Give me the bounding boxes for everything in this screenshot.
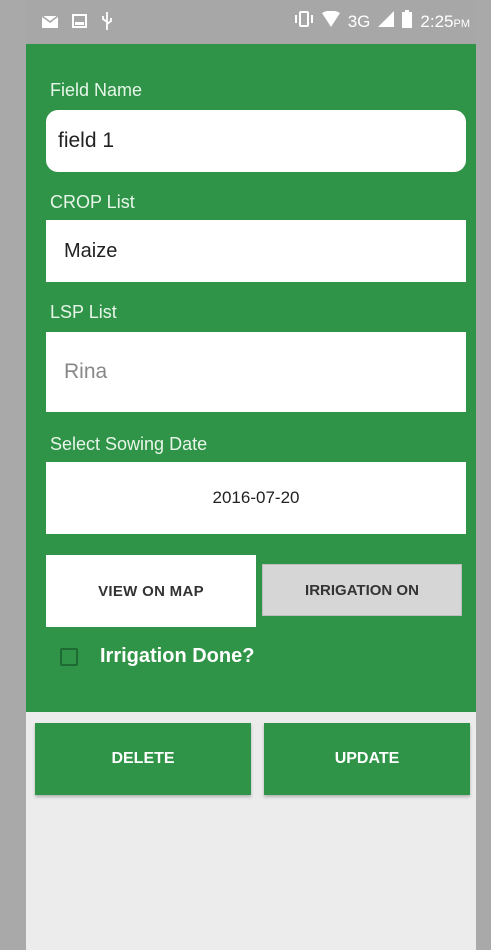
status-bar-right: 3G 2:25PM	[294, 10, 470, 33]
lsp-list-select[interactable]: Rina	[46, 332, 466, 412]
irrigation-done-checkbox[interactable]	[60, 648, 78, 666]
battery-icon	[402, 10, 413, 33]
clock-time: 2:25	[420, 11, 454, 31]
signal-icon	[378, 11, 395, 32]
irrigation-done-label[interactable]: Irrigation Done?	[100, 645, 254, 668]
sowing-date-label: Select Sowing Date	[50, 434, 208, 454]
clock: 2:25PM	[420, 12, 470, 32]
status-bar-left	[41, 12, 113, 35]
status-bar: 3G 2:25PM	[26, 0, 476, 44]
vibrate-icon	[294, 10, 314, 33]
lsp-list-label: LSP List	[50, 302, 117, 322]
network-type: 3G	[347, 11, 371, 31]
clock-ampm: PM	[453, 17, 471, 30]
field-name-label: Field Name	[50, 80, 143, 100]
wifi-icon	[321, 10, 340, 32]
delete-button[interactable]: DELETE	[35, 723, 251, 795]
mail-icon	[41, 14, 59, 33]
view-on-map-button[interactable]: VIEW ON MAP	[46, 555, 256, 627]
field-name-input[interactable]: field 1	[46, 110, 466, 172]
update-button[interactable]: UPDATE	[264, 723, 470, 795]
crop-list-label: CROP List	[50, 192, 135, 212]
image-icon	[72, 14, 87, 33]
irrigation-on-button[interactable]: IRRIGATION ON	[262, 564, 462, 616]
usb-icon	[101, 12, 113, 35]
phone-screen: 3G 2:25PM Field Name field 1 CROP List M…	[26, 0, 476, 950]
sowing-date-field[interactable]: 2016-07-20	[46, 462, 466, 534]
crop-list-select[interactable]: Maize	[46, 220, 466, 282]
form-panel: Field Name field 1 CROP List Maize LSP L…	[26, 44, 476, 712]
